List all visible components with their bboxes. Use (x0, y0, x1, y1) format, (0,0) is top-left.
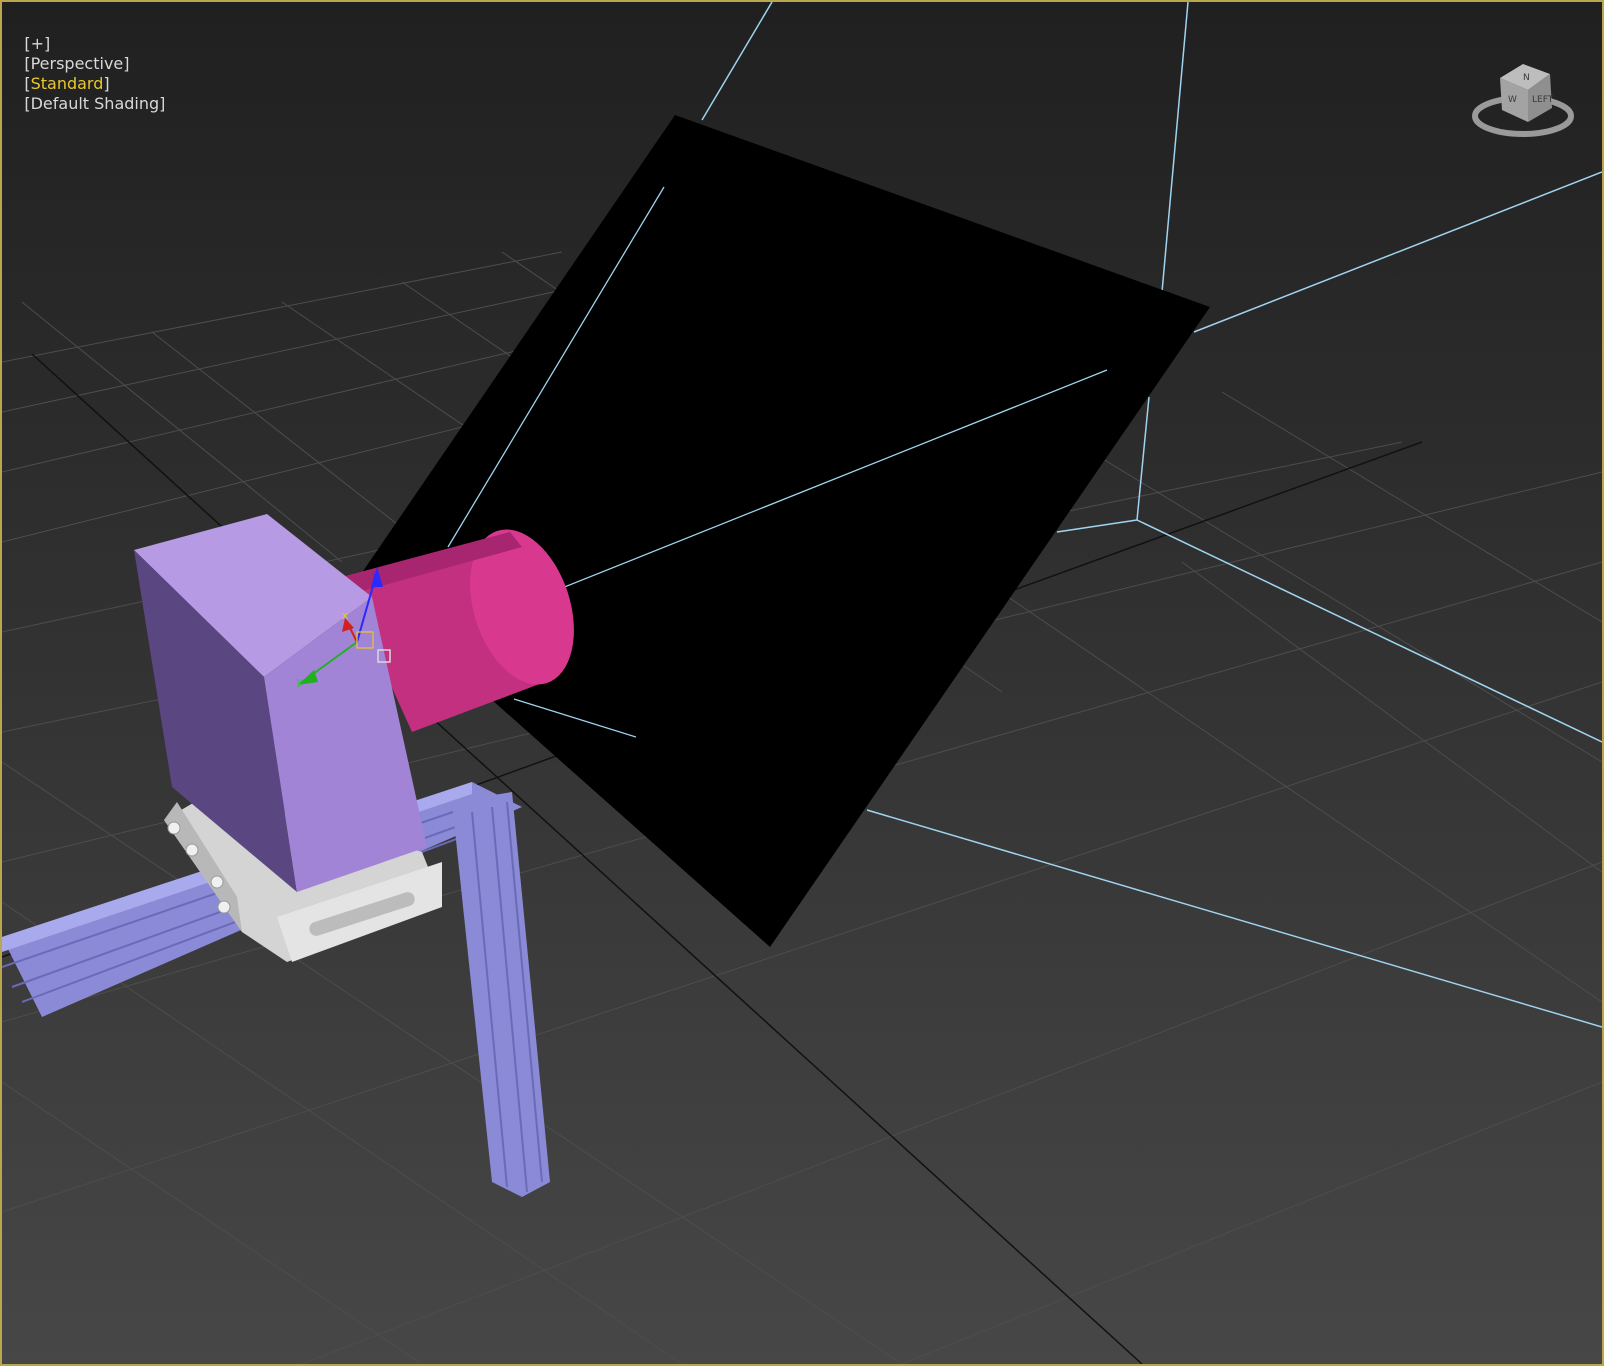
scene-3d[interactable]: x y z (2, 2, 1602, 1364)
gizmo-z-label: z (372, 570, 378, 583)
viewcube-side-label: W (1508, 95, 1517, 105)
viewport-pov-menu[interactable]: Perspective (31, 54, 124, 73)
perspective-viewport[interactable]: x y z [+] [Perspective] [Standard] [Defa… (0, 0, 1604, 1366)
bracket-close-2: ] (103, 74, 110, 93)
viewport-label-menu: [+] [Perspective] [Standard] [Default Sh… (4, 14, 165, 134)
viewcube-icon[interactable]: LEFT W N (1468, 50, 1578, 150)
viewcube-top-label: N (1523, 73, 1530, 83)
viewcube-face-label: LEFT (1532, 95, 1554, 105)
viewport-shading-menu[interactable]: Default Shading (31, 94, 160, 113)
aluminium-rail-vertical[interactable] (452, 792, 550, 1197)
bracket-close-3: ] (159, 94, 166, 113)
bracket-close-1: ] (123, 54, 130, 73)
viewport-renderer-menu[interactable]: Standard (31, 74, 104, 93)
gizmo-y-label: y (296, 675, 303, 688)
gizmo-x-label: x (342, 609, 349, 622)
viewport-plus-menu[interactable]: [+] (24, 34, 50, 53)
